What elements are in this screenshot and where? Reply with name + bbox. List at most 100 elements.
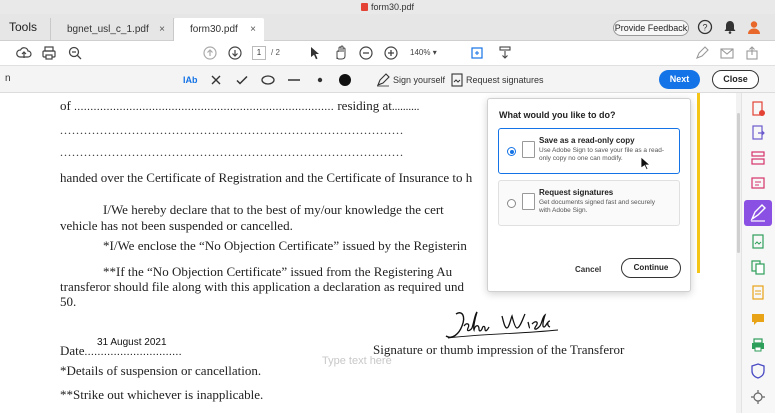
text-tool-label: Ab <box>185 75 198 85</box>
mouse-pointer-icon <box>640 156 652 170</box>
scroll-mode-icon[interactable] <box>497 45 513 61</box>
doc-line: I/We hereby declare that to the best of … <box>103 202 444 217</box>
fill-and-sign-tool-active[interactable] <box>744 200 772 226</box>
doc-dots: ........................................… <box>74 101 335 113</box>
doc-line: handed over the Certificate of Registrat… <box>60 170 473 185</box>
window-title: form30.pdf <box>370 2 415 12</box>
protect-shield-icon[interactable] <box>750 363 766 379</box>
fill-and-sign-toolbar: n IAb Sign yourself Request signatures N… <box>0 66 775 93</box>
close-tab-icon[interactable]: × <box>159 18 165 41</box>
hand-tool-icon[interactable] <box>332 45 348 61</box>
organize-pages-icon[interactable] <box>750 150 766 166</box>
line-icon[interactable] <box>286 72 302 88</box>
ellipse-icon[interactable] <box>260 72 276 88</box>
provide-feedback-button[interactable]: Provide Feedback <box>613 20 689 36</box>
footnote-1: *Details of suspension or cancellation. <box>60 363 262 378</box>
search-zoom-icon[interactable] <box>67 45 83 61</box>
option-request-signatures[interactable]: Request signatures Get documents signed … <box>498 180 680 226</box>
document-lock-icon <box>522 141 535 158</box>
comment-icon[interactable] <box>750 311 766 327</box>
help-icon[interactable]: ? <box>697 19 713 35</box>
close-button[interactable]: Close <box>712 70 759 89</box>
fit-page-icon[interactable] <box>469 45 485 61</box>
tab-bgnet[interactable]: bgnet_usl_c_1.pdf × <box>50 18 174 41</box>
doc-line: vehicle has not been suspended or cancel… <box>60 218 293 233</box>
doc-dotted-line: ........................................… <box>60 123 404 137</box>
close-tab-icon[interactable]: × <box>250 18 256 41</box>
color-dot-icon[interactable] <box>337 72 353 88</box>
next-action-dialog: What would you like to do? Save as a rea… <box>487 98 691 292</box>
option-title: Save as a read-only copy <box>539 136 635 145</box>
main-toolbar: 1 / 2 140% ▾ <box>0 41 775 66</box>
date-text-field[interactable]: 31 August 2021 <box>97 337 167 348</box>
print-icon[interactable] <box>41 45 57 61</box>
check-mark-icon[interactable] <box>234 72 250 88</box>
doc-line: 50. <box>60 294 77 309</box>
doc-line: *I/We enclose the “No Objection Certific… <box>103 238 467 253</box>
export-pdf-icon[interactable] <box>750 125 766 141</box>
doc-text: Date <box>60 343 85 358</box>
request-signatures-icon <box>451 73 463 87</box>
scan-ocr-icon[interactable] <box>750 285 766 301</box>
doc-dots: .......... <box>391 101 420 113</box>
signature-caption: Signature or thumb impression of the Tra… <box>373 342 625 357</box>
sign-pen-icon <box>377 73 390 87</box>
continue-button[interactable]: Continue <box>621 258 681 278</box>
sign-yourself-button[interactable]: Sign yourself <box>393 72 445 88</box>
pdf-file-icon <box>360 3 368 11</box>
fill-sign-pen-icon <box>750 204 766 222</box>
page-total: / 2 <box>271 48 280 57</box>
zoom-in-icon[interactable] <box>383 45 399 61</box>
small-dot-icon[interactable] <box>312 72 328 88</box>
radio-unselected[interactable] <box>507 199 516 208</box>
right-tools-panel <box>741 93 775 413</box>
bar-label-fragment: n <box>5 73 11 84</box>
tab-bar: Tools bgnet_usl_c_1.pdf × form30.pdf × P… <box>0 14 775 41</box>
combine-files-icon[interactable] <box>750 259 766 275</box>
document-sign-icon <box>522 193 535 210</box>
tools-tab[interactable]: Tools <box>9 20 37 34</box>
dialog-question: What would you like to do? <box>499 110 616 120</box>
acrobat-window: form30.pdf Tools bgnet_usl_c_1.pdf × for… <box>0 0 775 413</box>
doc-line: **If the “No Objection Certificate” issu… <box>103 264 453 279</box>
next-button[interactable]: Next <box>659 70 700 89</box>
avatar-icon[interactable] <box>746 19 762 35</box>
add-text-tool[interactable]: IAb <box>183 72 198 88</box>
mail-icon[interactable] <box>719 45 735 61</box>
svg-text:?: ? <box>702 23 707 33</box>
print-production-icon[interactable] <box>750 337 766 353</box>
share-icon[interactable] <box>744 45 760 61</box>
cross-mark-icon[interactable] <box>208 72 224 88</box>
doc-line-1: of .....................................… <box>60 98 419 114</box>
option-title: Request signatures <box>539 188 614 197</box>
page-number-input[interactable]: 1 <box>252 46 266 60</box>
tab-label: bgnet_usl_c_1.pdf <box>67 24 149 35</box>
option-save-read-only[interactable]: Save as a read-only copy Use Adobe Sign … <box>498 128 680 174</box>
page-edge-highlight <box>697 93 700 273</box>
request-esign-icon[interactable] <box>750 234 766 250</box>
doc-text: of <box>60 98 71 113</box>
zoom-value: 140% <box>410 48 431 57</box>
upload-cloud-icon[interactable] <box>16 45 32 61</box>
create-pdf-icon[interactable] <box>750 101 766 117</box>
notification-bell-icon[interactable] <box>722 19 738 35</box>
signature-pen-icon[interactable] <box>694 45 710 61</box>
footnote-2: **Strike out whichever is inapplicable. <box>60 387 264 402</box>
scrollbar-thumb[interactable] <box>737 113 740 253</box>
edit-pdf-icon[interactable] <box>750 175 766 191</box>
cancel-button[interactable]: Cancel <box>575 265 601 274</box>
tab-form30[interactable]: form30.pdf × <box>174 18 264 41</box>
request-signatures-button[interactable]: Request signatures <box>466 72 544 88</box>
radio-selected[interactable] <box>507 147 516 156</box>
option-description: Get documents signed fast and securely w… <box>539 199 655 214</box>
zoom-level-select[interactable]: 140% ▾ <box>410 46 450 60</box>
next-page-icon[interactable] <box>227 45 243 61</box>
zoom-out-icon[interactable] <box>358 45 374 61</box>
select-cursor-icon[interactable] <box>307 45 323 61</box>
doc-line: transferor should file along with this a… <box>60 279 464 294</box>
doc-text: residing at <box>337 98 392 113</box>
title-bar: form30.pdf <box>0 0 775 14</box>
more-tools-icon[interactable] <box>750 389 766 405</box>
tab-label: form30.pdf <box>190 24 238 35</box>
previous-page-icon[interactable] <box>202 45 218 61</box>
